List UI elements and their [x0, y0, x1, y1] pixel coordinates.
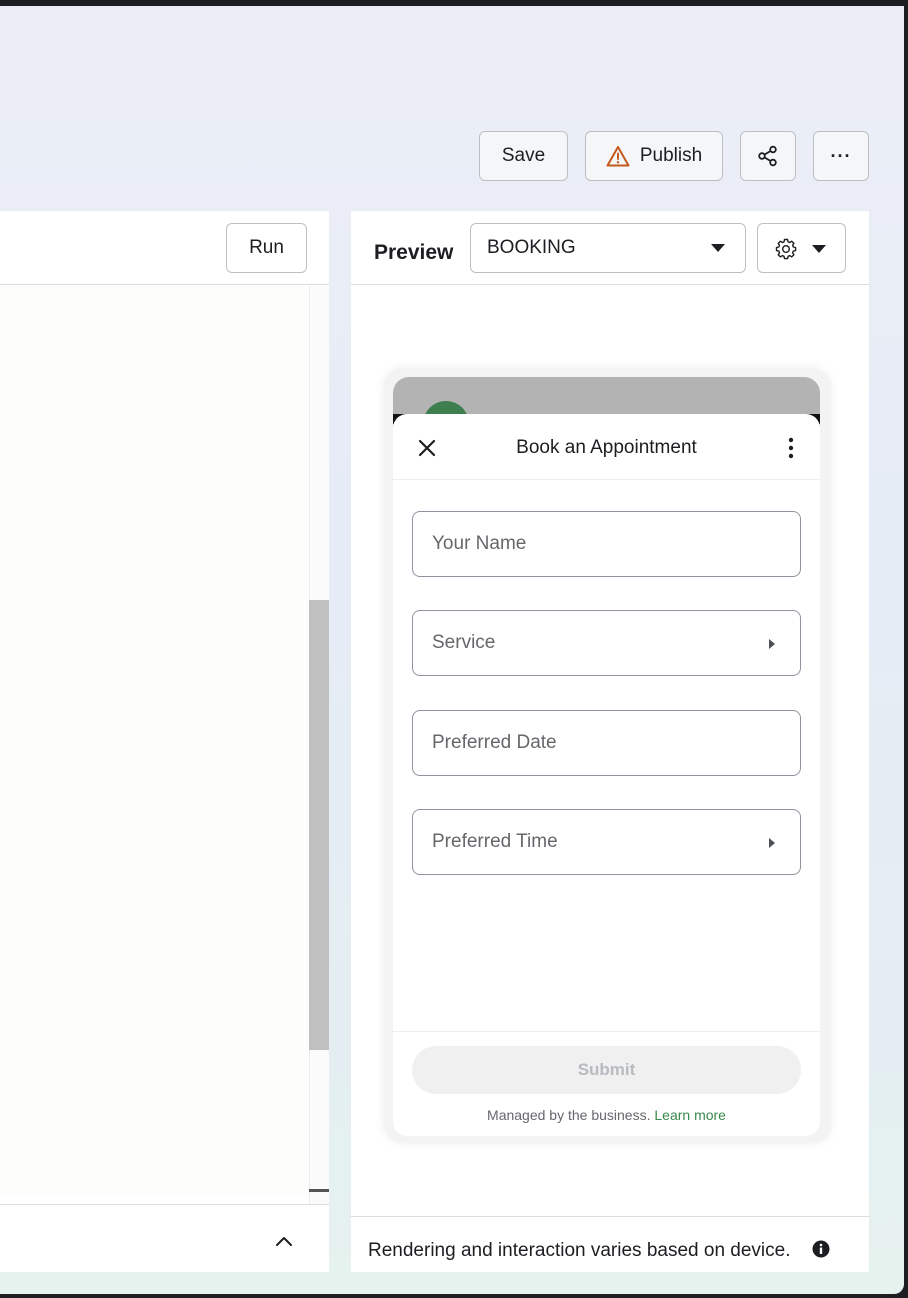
your-name-input[interactable]: Your Name — [412, 511, 801, 577]
run-button[interactable]: Run — [226, 223, 307, 273]
share-icon — [758, 145, 777, 167]
preferred-time-placeholder: Preferred Time — [432, 831, 558, 852]
kebab-menu-icon[interactable] — [787, 436, 795, 460]
preview-panel: Preview BOOKING Book an Appointment Your… — [351, 211, 869, 1272]
service-dropdown[interactable]: Service — [412, 610, 801, 676]
caret-down-icon — [812, 245, 826, 253]
gear-icon — [775, 238, 797, 260]
more-icon: ··· — [830, 145, 852, 166]
form-title: Book an Appointment — [516, 437, 697, 458]
code-editor-panel: Run — [0, 211, 329, 1272]
caret-down-icon — [711, 244, 725, 252]
managed-by-note: Managed by the business. Learn more — [393, 1107, 820, 1123]
save-button[interactable]: Save — [479, 131, 568, 181]
preview-header: Preview BOOKING — [351, 211, 869, 285]
preferred-time-dropdown[interactable]: Preferred Time — [412, 809, 801, 875]
publish-button[interactable]: Publish — [585, 131, 723, 181]
device-note: Rendering and interaction varies based o… — [368, 1240, 791, 1261]
your-name-placeholder: Your Name — [432, 533, 527, 554]
preferred-date-input[interactable]: Preferred Date — [412, 710, 801, 776]
flow-form-sheet: Book an Appointment Your Name Service Pr… — [393, 414, 820, 1136]
code-area[interactable] — [0, 286, 309, 1196]
editor-footer — [0, 1204, 329, 1272]
flow-screen-value: BOOKING — [487, 237, 576, 258]
app-window: Save Publish ··· Run Preview BOOKING Boo… — [0, 6, 904, 1294]
caret-right-icon — [769, 838, 775, 848]
editor-header: Run — [0, 211, 329, 285]
form-header: Book an Appointment — [393, 414, 820, 480]
share-button[interactable] — [740, 131, 796, 181]
more-options-button[interactable]: ··· — [813, 131, 869, 181]
submit-button[interactable]: Submit — [412, 1046, 801, 1094]
preferred-date-placeholder: Preferred Date — [432, 732, 557, 753]
scrollbar-marker — [309, 1189, 329, 1192]
form-footer-divider — [393, 1031, 820, 1032]
service-placeholder: Service — [432, 632, 496, 653]
chevron-up-icon[interactable] — [272, 1229, 296, 1253]
preview-title: Preview — [374, 241, 454, 264]
run-label: Run — [249, 237, 284, 258]
warning-icon — [606, 146, 630, 167]
managed-text: Managed by the business. — [487, 1107, 651, 1123]
submit-label: Submit — [577, 1060, 636, 1079]
save-label: Save — [501, 145, 546, 166]
info-icon[interactable] — [812, 1240, 830, 1258]
publish-label: Publish — [639, 145, 703, 166]
learn-more-link[interactable]: Learn more — [654, 1107, 726, 1123]
caret-right-icon — [769, 639, 775, 649]
preview-settings-button[interactable] — [757, 223, 846, 273]
editor-scrollbar-thumb[interactable] — [309, 600, 329, 1050]
preview-footer: Rendering and interaction varies based o… — [351, 1216, 869, 1272]
flow-screen-select[interactable]: BOOKING — [470, 223, 746, 273]
